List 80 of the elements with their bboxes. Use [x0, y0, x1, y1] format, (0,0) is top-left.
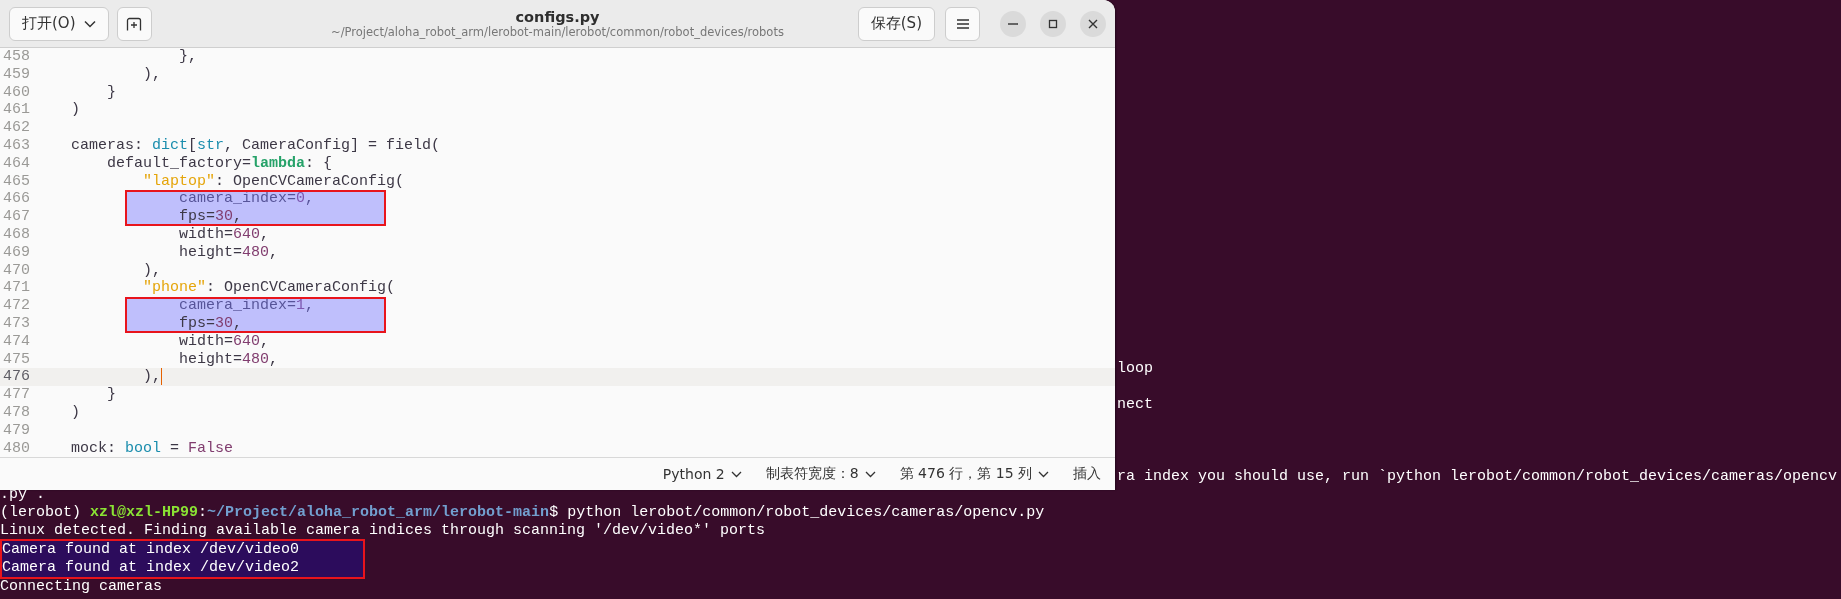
code-line: "phone": OpenCVCameraConfig( [142, 279, 396, 298]
terminal-line: Linux detected. Finding available camera indices through scanning '/dev/video*' ports [0, 522, 766, 539]
chevron-icon [730, 470, 742, 478]
line-number: 464 [2, 154, 31, 173]
code-line: height=480, [178, 243, 279, 262]
terminal-line: Camera found at index /dev/video2 [2, 559, 300, 576]
line-number: 462 [2, 119, 31, 137]
file-path: ~/Project/aloha_robot_arm/lerobot-main/lerobot/common/robot_devices/robots [331, 24, 784, 39]
code-line: "laptop": OpenCVCameraConfig( [142, 172, 405, 191]
minimize-button[interactable] [1000, 10, 1026, 37]
line-number: 466 [2, 190, 31, 209]
code-line: ), [142, 368, 162, 387]
status-dropdown[interactable]: Python 2 [652, 466, 752, 482]
code-line: ), [142, 261, 162, 280]
terminal-line: Camera found at index /dev/video0 [2, 541, 300, 558]
prompt-path: ~/Project/aloha_robot_arm/lerobot-main [207, 504, 550, 521]
code-line: cameras: dict[str, CameraConfig] = field( [70, 137, 441, 155]
code-line: ) [70, 101, 80, 120]
line-number: 479 [2, 421, 31, 440]
line-number: 467 [2, 208, 31, 226]
code-line: } [106, 386, 116, 404]
code-line: ) [70, 403, 80, 422]
terminal-line: loop [1117, 360, 1153, 377]
line-number: 459 [2, 65, 31, 84]
code-line: width=640, [178, 225, 270, 244]
chevron-icon [1038, 470, 1049, 478]
terminal-line: nect [1117, 396, 1153, 413]
prompt-separator: : [198, 504, 208, 521]
chevron-icon [864, 470, 876, 478]
code-line: }, [178, 48, 198, 66]
code-line: } [106, 83, 116, 102]
terminal-line: Connecting cameras [0, 578, 163, 595]
code-line: camera_index=1, [178, 297, 315, 315]
maximize-icon [1047, 17, 1059, 30]
code-line: width=640, [178, 332, 270, 351]
line-number: 475 [2, 350, 31, 369]
line-number: 465 [2, 172, 31, 191]
line-number: 463 [2, 137, 31, 155]
close-icon [1087, 17, 1099, 30]
line-number: 471 [2, 279, 31, 298]
code-line: height=480, [178, 350, 279, 369]
line-number: 476 [2, 368, 31, 387]
maximize-button[interactable] [1040, 10, 1066, 37]
tab-plus-icon [126, 16, 142, 31]
open-button[interactable]: 打开(O) [9, 6, 109, 41]
line-number: 468 [2, 225, 31, 244]
line-number: 480 [2, 439, 31, 457]
prompt-env: (lerobot) [0, 504, 82, 521]
line-number: 474 [2, 332, 31, 351]
new-tab-button[interactable] [116, 6, 152, 41]
line-number: 458 [2, 48, 31, 66]
line-number: 472 [2, 297, 31, 315]
prompt-user-host: xzl@xzl-HP99 [90, 504, 199, 521]
code-line: camera_index=0, [178, 190, 315, 209]
line-number: 461 [2, 101, 31, 120]
minimize-icon [1008, 22, 1018, 25]
close-button[interactable] [1080, 10, 1106, 37]
save-button[interactable]: 保存(S) [857, 6, 935, 41]
text-cursor [161, 368, 163, 386]
code-line: fps=30, [178, 314, 243, 333]
insert-mode-label: 插入 [1072, 465, 1102, 483]
line-number: 470 [2, 261, 31, 280]
line-number: 460 [2, 83, 31, 102]
line-number: 477 [2, 386, 31, 404]
code-line: fps=30, [178, 208, 243, 226]
menu-button[interactable] [945, 6, 980, 41]
code-line: mock: bool = False [70, 439, 234, 457]
menu-icon [955, 17, 970, 30]
terminal-command: $ python lerobot/common/robot_devices/cameras/opencv.py [549, 504, 1045, 521]
line-number: 473 [2, 314, 31, 333]
status-dropdown[interactable]: 制表符宽度：8 [755, 465, 886, 483]
code-line: default_factory=lambda: { [106, 154, 333, 173]
line-number: 469 [2, 243, 31, 262]
code-line: ), [142, 65, 162, 84]
caret-icon [83, 19, 96, 28]
terminal-line: .py . [0, 486, 45, 503]
line-number: 478 [2, 403, 31, 422]
window-title: configs.py [515, 8, 600, 25]
terminal-line: ra index you should use, run `python lerobot/common/robot_devices/cameras/opencv [1117, 468, 1838, 485]
status-dropdown[interactable]: 第 476 行，第 15 列 [889, 465, 1059, 483]
